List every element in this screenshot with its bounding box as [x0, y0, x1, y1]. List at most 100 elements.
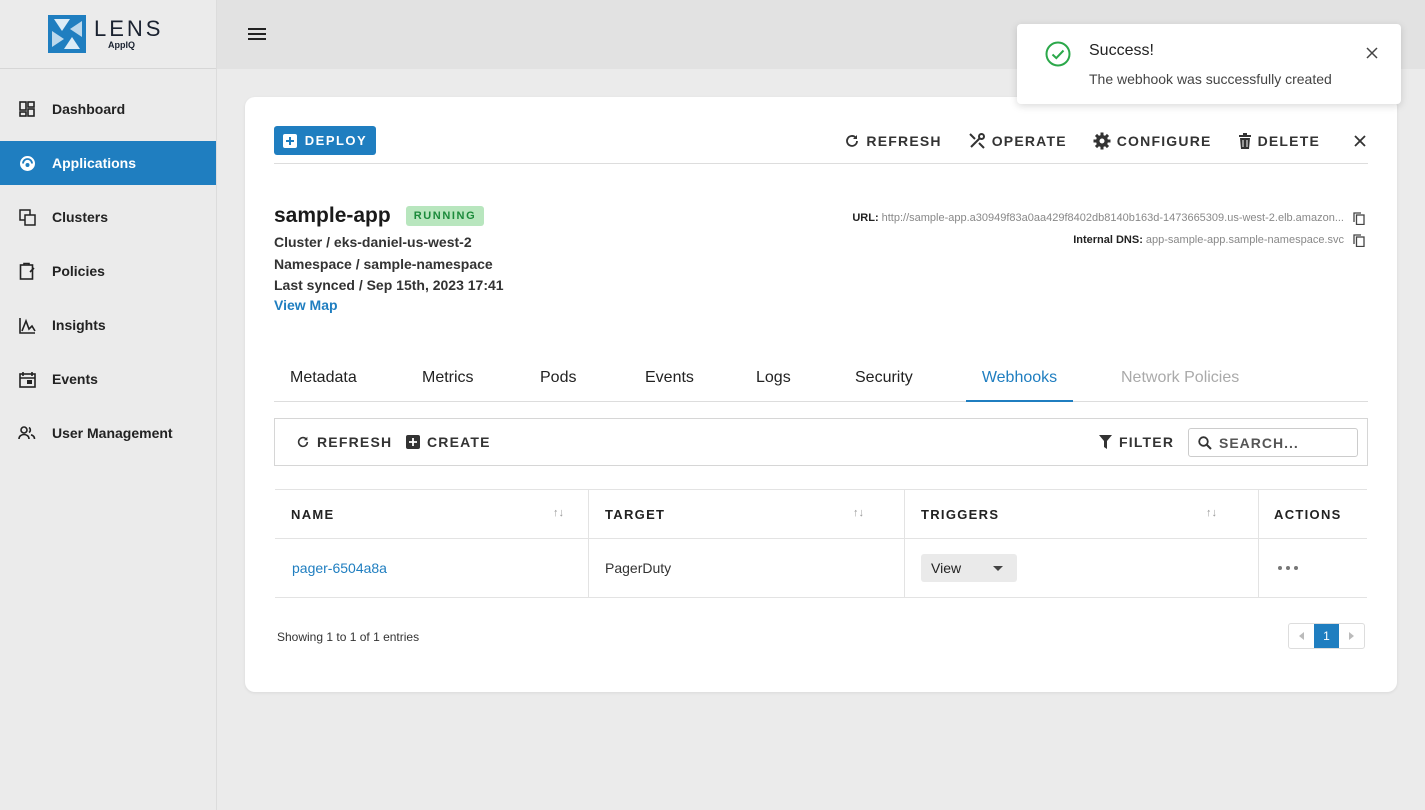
- tab-webhooks[interactable]: Webhooks: [966, 359, 1073, 402]
- url-block: URL: http://sample-app.a30949f83a0aa429f…: [852, 207, 1365, 251]
- logo[interactable]: LENS AppIQ: [0, 0, 216, 69]
- next-page-button[interactable]: [1339, 624, 1364, 648]
- column-header-triggers[interactable]: TRIGGERS: [921, 490, 999, 538]
- filter-button[interactable]: FILTER: [1099, 434, 1174, 450]
- column-header-target[interactable]: TARGET: [605, 490, 665, 538]
- chevron-right-icon: [1349, 632, 1354, 640]
- delete-button[interactable]: DELETE: [1238, 128, 1320, 154]
- deploy-label: DEPLOY: [304, 133, 368, 148]
- last-synced-line: Last synced / Sep 15th, 2023 17:41: [274, 277, 504, 293]
- brand-name: LENS: [94, 16, 164, 41]
- tab-logs[interactable]: Logs: [756, 359, 791, 402]
- copy-icon[interactable]: [1353, 211, 1365, 225]
- menu-icon[interactable]: [247, 24, 267, 44]
- sidebar-nav: Dashboard Applications Clusters Policies…: [0, 87, 216, 455]
- copy-icon[interactable]: [1353, 233, 1365, 247]
- create-button[interactable]: CREATE: [406, 434, 491, 450]
- refresh-button[interactable]: REFRESH: [844, 128, 941, 154]
- trash-icon: [1238, 133, 1251, 149]
- policies-icon: [18, 262, 36, 280]
- sidebar-item-label: Applications: [52, 155, 137, 171]
- filter-label: FILTER: [1119, 434, 1175, 450]
- close-icon[interactable]: [1352, 133, 1368, 149]
- insights-icon: [18, 316, 36, 334]
- dns-value[interactable]: app-sample-app.sample-namespace.svc: [1146, 229, 1344, 251]
- tools-icon: [968, 133, 985, 149]
- grid-refresh-label: REFRESH: [317, 434, 393, 450]
- create-label: CREATE: [427, 434, 491, 450]
- sidebar-item-label: Clusters: [52, 209, 109, 225]
- table-header: NAME ↑↓ TARGET ↑↓ TRIGGERS ↑↓ ACTIONS: [275, 489, 1367, 539]
- refresh-icon: [297, 436, 309, 448]
- success-toast: Success! The webhook was successfully cr…: [1017, 24, 1401, 104]
- sidebar-item-label: Policies: [52, 263, 105, 279]
- filter-icon: [1099, 435, 1112, 449]
- sidebar-item-insights[interactable]: Insights: [0, 303, 216, 347]
- cluster-line: Cluster / eks-daniel-us-west-2: [274, 234, 472, 250]
- webhooks-table: NAME ↑↓ TARGET ↑↓ TRIGGERS ↑↓ ACTIONS pa…: [275, 489, 1367, 598]
- dns-label: Internal DNS:: [1073, 234, 1143, 246]
- triggers-view-select[interactable]: View: [921, 554, 1017, 582]
- check-circle-icon: [1045, 41, 1071, 67]
- deploy-button[interactable]: DEPLOY: [274, 126, 376, 155]
- column-header-actions: ACTIONS: [1274, 506, 1342, 522]
- detail-tabs: Metadata Metrics Pods Events Logs Securi…: [274, 359, 1368, 402]
- sidebar-item-user-management[interactable]: User Management: [0, 411, 216, 455]
- tab-network-policies: Network Policies: [1121, 369, 1240, 386]
- brand-sub: AppIQ: [108, 40, 135, 50]
- more-actions-icon[interactable]: [1278, 560, 1298, 576]
- sidebar-item-label: Dashboard: [52, 101, 126, 117]
- sidebar-item-dashboard[interactable]: Dashboard: [0, 87, 216, 131]
- operate-button[interactable]: OPERATE: [968, 128, 1067, 154]
- status-badge: RUNNING: [405, 206, 485, 226]
- delete-label: DELETE: [1257, 133, 1320, 149]
- refresh-icon: [846, 135, 859, 147]
- lens-logo-icon: [48, 15, 86, 53]
- close-icon[interactable]: [1366, 47, 1378, 59]
- configure-button[interactable]: CONFIGURE: [1093, 128, 1212, 154]
- sidebar-item-applications[interactable]: Applications: [0, 141, 216, 185]
- webhook-name-link[interactable]: pager-6504a8a: [292, 539, 387, 597]
- app-toolbar: DEPLOY REFRESH OPERATE CONFIGURE DELETE: [274, 126, 1368, 164]
- sidebar-item-label: Insights: [52, 317, 106, 333]
- sort-icon[interactable]: ↑↓: [1206, 507, 1217, 519]
- sort-icon[interactable]: ↑↓: [553, 507, 564, 519]
- tab-metrics[interactable]: Metrics: [422, 359, 474, 402]
- sidebar-item-clusters[interactable]: Clusters: [0, 195, 216, 239]
- prev-page-button[interactable]: [1289, 624, 1314, 648]
- column-header-name[interactable]: NAME: [291, 490, 334, 538]
- sidebar-item-policies[interactable]: Policies: [0, 249, 216, 293]
- plus-icon: [282, 133, 297, 148]
- url-value[interactable]: http://sample-app.a30949f83a0aa429f8402d…: [882, 207, 1344, 229]
- app-name: sample-app: [274, 204, 391, 227]
- applications-icon: [18, 154, 36, 172]
- events-icon: [18, 370, 36, 388]
- entries-info: Showing 1 to 1 of 1 entries: [277, 630, 420, 644]
- operate-label: OPERATE: [991, 133, 1067, 149]
- sort-icon[interactable]: ↑↓: [853, 507, 864, 519]
- sidebar-item-label: User Management: [52, 425, 173, 441]
- tab-pods[interactable]: Pods: [540, 359, 576, 402]
- tab-security[interactable]: Security: [855, 359, 913, 402]
- search-box[interactable]: [1188, 428, 1358, 457]
- chevron-left-icon: [1299, 632, 1304, 640]
- app-details-card: DEPLOY REFRESH OPERATE CONFIGURE DELETE: [245, 97, 1397, 692]
- caret-down-icon: [993, 566, 1003, 571]
- toast-title: Success!: [1089, 42, 1154, 59]
- sidebar: LENS AppIQ Dashboard Applications Cluste…: [0, 0, 217, 810]
- refresh-label: REFRESH: [866, 133, 942, 149]
- triggers-view-label: View: [931, 560, 962, 576]
- grid-toolbar: REFRESH CREATE FILTER: [274, 418, 1368, 466]
- sidebar-item-events[interactable]: Events: [0, 357, 216, 401]
- app-meta: Cluster / eks-daniel-us-west-2 Namespace…: [274, 232, 504, 297]
- search-input[interactable]: [1219, 434, 1349, 451]
- view-map-link[interactable]: View Map: [274, 297, 338, 313]
- search-icon: [1198, 435, 1212, 450]
- page-button[interactable]: 1: [1314, 624, 1339, 648]
- table-row: pager-6504a8a PagerDuty View: [275, 539, 1367, 598]
- grid-refresh-button[interactable]: REFRESH: [296, 434, 392, 450]
- configure-label: CONFIGURE: [1116, 133, 1212, 149]
- clusters-icon: [18, 208, 36, 226]
- tab-metadata[interactable]: Metadata: [290, 359, 357, 402]
- tab-events[interactable]: Events: [645, 359, 694, 402]
